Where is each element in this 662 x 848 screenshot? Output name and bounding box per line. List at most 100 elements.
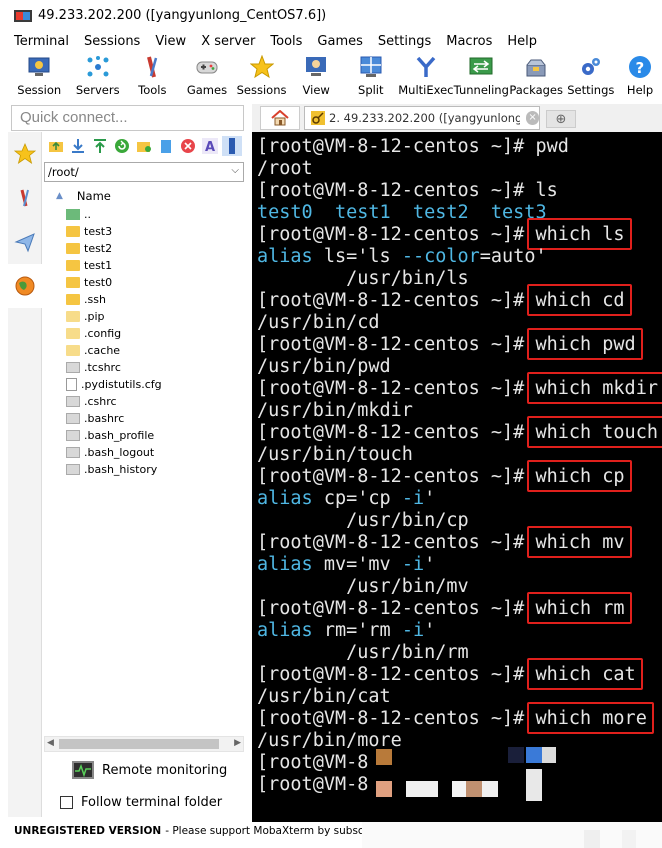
folder-icon <box>66 260 80 271</box>
terminal-text: /root <box>257 158 313 179</box>
close-tab-icon[interactable]: × <box>526 111 539 125</box>
file-list-item[interactable]: .bash_profile <box>66 427 246 444</box>
toolbar-view-button[interactable]: View <box>289 51 344 101</box>
new-folder-button[interactable] <box>134 136 154 156</box>
scrollbar-thumb[interactable] <box>59 739 219 749</box>
file-list-item[interactable]: .bashrc <box>66 410 246 427</box>
delete-button[interactable] <box>178 136 198 156</box>
file-list-item[interactable]: .bash_history <box>66 461 246 478</box>
scroll-right-icon[interactable]: ▶ <box>234 738 241 748</box>
remote-monitoring-button[interactable]: Remote monitoring <box>72 758 227 782</box>
rename-button[interactable]: A <box>200 136 220 156</box>
menu-help[interactable]: Help <box>507 34 537 49</box>
toolbar-label: MultiExec <box>398 83 454 97</box>
terminal-text: -i <box>401 620 425 641</box>
toolbar-split-button[interactable]: Split <box>343 51 398 101</box>
file-list-item[interactable]: .config <box>66 325 246 342</box>
svg-text:A: A <box>205 140 215 154</box>
file-list-item[interactable]: .bash_logout <box>66 444 246 461</box>
file-browser-toolbar: A <box>42 132 252 160</box>
terminal-text: =auto' <box>479 246 547 267</box>
toolbar-label: Settings <box>567 83 615 97</box>
terminal-text: -i <box>401 554 425 575</box>
sidebar-tab-macros[interactable] <box>8 220 42 264</box>
sidebar-tab-tools[interactable] <box>8 176 42 220</box>
bookmark-button[interactable] <box>222 136 242 156</box>
menu-sessions[interactable]: Sessions <box>84 34 140 49</box>
file-list-item[interactable]: test1 <box>66 257 246 274</box>
terminal-line: test0 test1 test2 test3 <box>257 202 547 224</box>
horizontal-scrollbar[interactable]: ◀ ▶ <box>44 736 244 752</box>
name-column-header[interactable]: Name <box>77 189 111 203</box>
refresh-button[interactable] <box>112 136 132 156</box>
sftp-panel: A /root/ ⌵ ▲ Name .. test3 test2 test1 test0… <box>42 132 252 822</box>
file-icon <box>66 413 80 424</box>
terminal-text: -i <box>401 488 425 509</box>
file-list-item[interactable]: test2 <box>66 240 246 257</box>
toolbar-help-button[interactable]: ? Help <box>618 51 662 101</box>
terminal-text: [root@VM-8 <box>257 752 369 773</box>
menu-tools[interactable]: Tools <box>270 34 302 49</box>
file-list-item[interactable]: .pydistutils.cfg <box>66 376 246 393</box>
menu-terminal[interactable]: Terminal <box>14 34 69 49</box>
menu-macros[interactable]: Macros <box>446 34 492 49</box>
path-combo[interactable]: /root/ ⌵ <box>44 162 244 182</box>
chevron-down-icon[interactable]: ⌵ <box>231 165 239 176</box>
follow-terminal-folder-checkbox[interactable] <box>60 795 73 809</box>
toolbar-sessions-button[interactable]: Sessions <box>234 51 289 101</box>
file-list-item[interactable]: .cache <box>66 342 246 359</box>
new-tab-button[interactable]: ⊕ <box>546 110 576 128</box>
new-file-button[interactable] <box>156 136 176 156</box>
file-name: .pydistutils.cfg <box>81 378 162 391</box>
terminal-line: /usr/bin/cd <box>257 312 380 334</box>
follow-terminal-folder-option[interactable]: Follow terminal folder <box>60 792 222 812</box>
toolbar-tools-button[interactable]: Tools <box>125 51 180 101</box>
file-name: test0 <box>84 276 113 289</box>
folder-icon <box>66 243 80 254</box>
terminal-text: [root@VM-8-12-centos ~]# pwd <box>257 136 569 157</box>
terminal-line: /usr/bin/mv <box>257 576 469 598</box>
toolbar-label: Sessions <box>236 83 287 97</box>
file-name: .bash_history <box>84 463 158 476</box>
terminal-text: /usr/bin/rm <box>257 642 469 663</box>
toolbar-multiexec-button[interactable]: MultiExec <box>398 51 454 101</box>
scroll-left-icon[interactable]: ◀ <box>47 738 54 748</box>
terminal-text: cp='cp <box>312 488 402 509</box>
window-title: 49.233.202.200 ([yangyunlong_CentOS7.6]) <box>38 8 327 23</box>
blurred-block <box>406 781 438 797</box>
file-list-item[interactable]: .tcshrc <box>66 359 246 376</box>
file-list-item[interactable]: .. <box>66 206 246 223</box>
plus-icon: ⊕ <box>555 111 567 127</box>
terminal-text: test0 test1 test2 test3 <box>257 202 547 223</box>
up-folder-button[interactable] <box>46 136 66 156</box>
download-button[interactable] <box>68 136 88 156</box>
sidebar-tab-sessions[interactable] <box>8 132 42 176</box>
file-list-item[interactable]: test3 <box>66 223 246 240</box>
file-icon <box>66 464 80 475</box>
home-tab[interactable] <box>260 106 300 130</box>
file-list-item[interactable]: .ssh <box>66 291 246 308</box>
toolbar-servers-button[interactable]: Servers <box>70 51 125 101</box>
remote-monitoring-label: Remote monitoring <box>102 762 228 778</box>
send-icon <box>14 233 35 253</box>
file-list-item[interactable]: .pip <box>66 308 246 325</box>
upload-button[interactable] <box>90 136 110 156</box>
toolbar-tunneling-button[interactable]: Tunneling <box>454 51 509 101</box>
session-tab[interactable]: 2. 49.233.202.200 ([yangyunlong_C × <box>304 106 540 130</box>
toolbar-games-button[interactable]: Games <box>180 51 235 101</box>
file-list-item[interactable]: test0 <box>66 274 246 291</box>
toolbar-session-button[interactable]: Session <box>0 51 70 101</box>
quick-connect-input[interactable]: Quick connect... <box>11 105 244 131</box>
file-list-item[interactable]: .cshrc <box>66 393 246 410</box>
menu-settings[interactable]: Settings <box>378 34 431 49</box>
toolbar-settings-button[interactable]: Settings <box>563 51 618 101</box>
file-list-header[interactable]: ▲ Name <box>46 186 246 206</box>
multiexec-icon <box>413 54 439 80</box>
menu-view[interactable]: View <box>155 34 186 49</box>
menu-x-server[interactable]: X server <box>201 34 255 49</box>
highlight-box <box>526 372 662 404</box>
menu-games[interactable]: Games <box>317 34 362 49</box>
sidebar-tab-sftp[interactable] <box>8 264 42 308</box>
toolbar-packages-button[interactable]: Packages <box>509 51 564 101</box>
terminal-view[interactable]: [root@VM-8-12-centos ~]# pwd/root [root@V… <box>252 132 662 822</box>
